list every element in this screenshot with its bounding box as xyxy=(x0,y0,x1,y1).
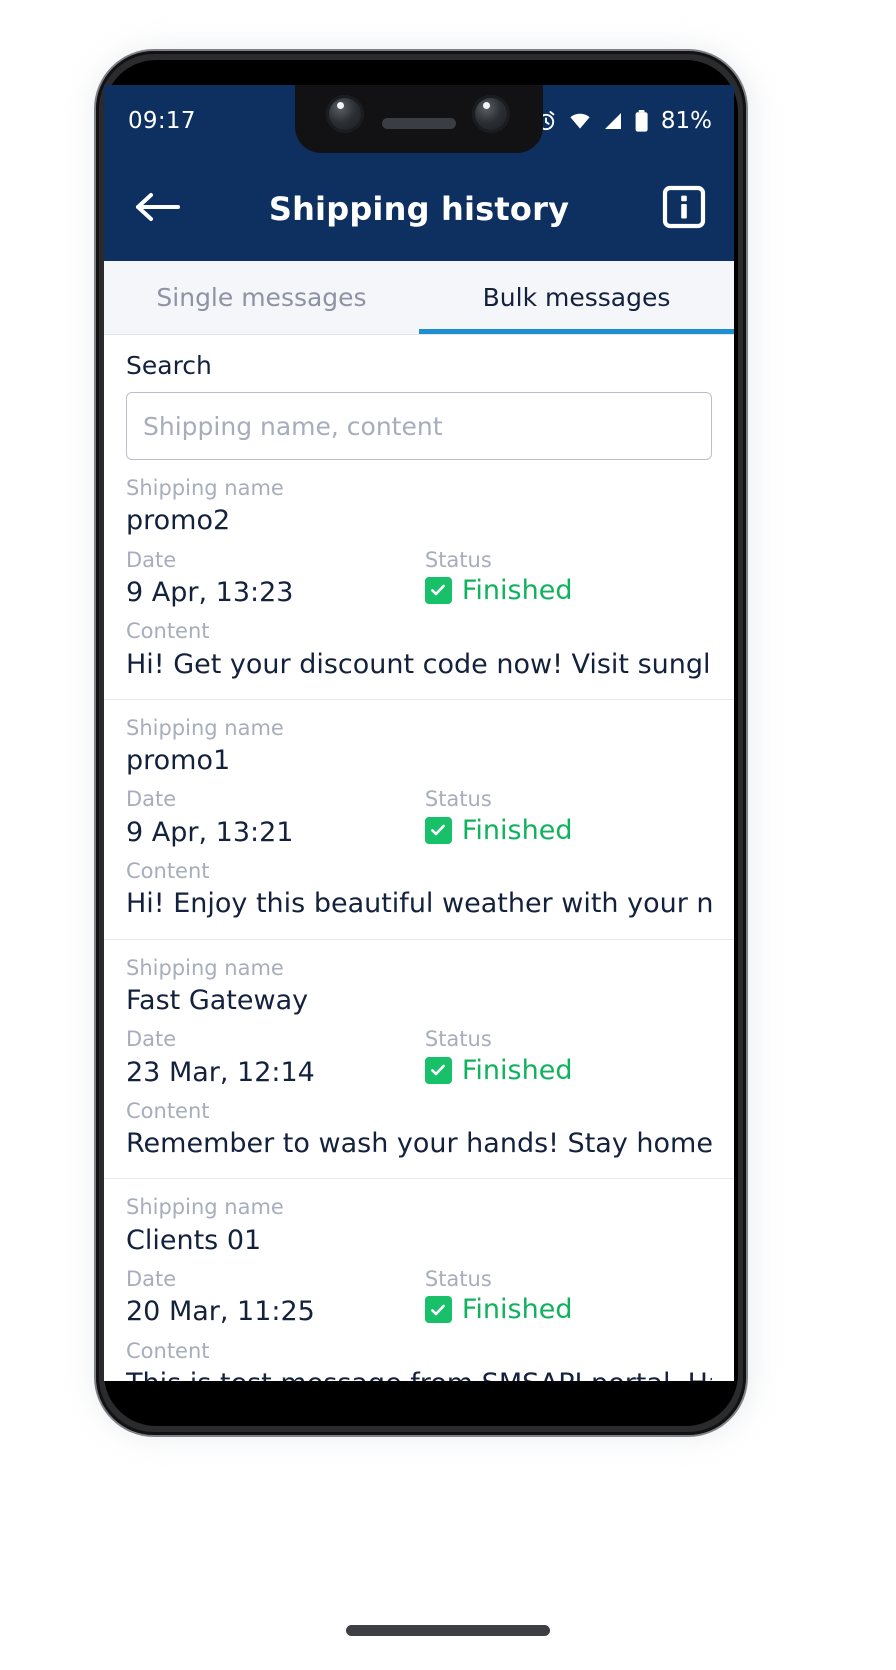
status-label: Status xyxy=(424,787,492,812)
date-value: 9 Apr, 13:21 xyxy=(126,816,294,848)
shipping-name-value: Fast Gateway xyxy=(126,984,309,1016)
status-column: Status Finished xyxy=(424,785,712,851)
list-item[interactable]: Shipping name Fast Gateway Date 23 Mar, … xyxy=(104,940,734,1180)
content-value: Hi! Enjoy this beautiful weather with yo… xyxy=(126,888,712,920)
date-label: Date xyxy=(126,787,177,812)
date-column: Date 20 Mar, 11:25 xyxy=(126,1265,425,1331)
content-label: Content xyxy=(126,619,210,644)
date-column: Date 9 Apr, 13:21 xyxy=(126,785,425,851)
front-camera-right xyxy=(472,95,510,133)
status-text: Finished xyxy=(461,574,573,606)
arrow-left-icon xyxy=(135,190,181,228)
status-label: Status xyxy=(424,1027,492,1052)
status-column: Status Finished xyxy=(424,546,712,612)
app-bar: Shipping history xyxy=(104,157,734,261)
date-status-row: Date 20 Mar, 11:25 Status Finished xyxy=(126,1265,712,1331)
status-badge: Finished xyxy=(424,1054,712,1086)
date-column: Date 9 Apr, 13:23 xyxy=(126,546,425,612)
list-item[interactable]: Shipping name promo1 Date 9 Apr, 13:21 S… xyxy=(104,700,734,940)
tab-single-messages[interactable]: Single messages xyxy=(104,261,419,334)
content-label: Content xyxy=(126,858,210,883)
shipping-name-value: promo2 xyxy=(126,505,231,537)
search-section: Search xyxy=(104,335,734,460)
status-bar-indicators: 81% xyxy=(534,108,712,134)
content-value: This is test message from SMSAPI portal.… xyxy=(126,1365,712,1381)
date-label: Date xyxy=(126,1027,177,1052)
status-column: Status Finished xyxy=(424,1265,712,1331)
content-value: Hi! Get your discount code now! Visit su… xyxy=(126,648,712,680)
content-area: Search Shipping name promo2 Date 9 Apr, … xyxy=(104,335,734,1381)
status-badge: Finished xyxy=(424,1294,712,1326)
shipping-name-value: Clients 01 xyxy=(126,1224,262,1256)
list-item[interactable]: Shipping name Clients 01 Date 20 Mar, 11… xyxy=(104,1179,734,1381)
check-square-icon xyxy=(424,576,452,604)
tab-bulk-messages-label: Bulk messages xyxy=(482,283,671,312)
date-status-row: Date 9 Apr, 13:23 Status Finished xyxy=(126,546,712,612)
date-value: 23 Mar, 12:14 xyxy=(126,1056,315,1088)
status-text: Finished xyxy=(461,1054,573,1086)
signal-icon xyxy=(602,110,624,132)
info-icon xyxy=(661,184,707,234)
content-block: Content Hi! Get your discount code now! … xyxy=(126,617,712,683)
status-label: Status xyxy=(424,547,492,572)
tab-bar: Single messages Bulk messages xyxy=(104,261,734,335)
back-button[interactable] xyxy=(130,181,186,237)
date-status-row: Date 9 Apr, 13:21 Status Finished xyxy=(126,785,712,851)
date-label: Date xyxy=(126,1266,177,1291)
content-block: Content Hi! Enjoy this beautiful weather… xyxy=(126,857,712,923)
check-square-icon xyxy=(424,1296,452,1324)
status-bar-clock: 09:17 xyxy=(128,108,196,134)
shipping-name-label: Shipping name xyxy=(126,715,284,740)
date-value: 9 Apr, 13:23 xyxy=(126,576,294,608)
date-column: Date 23 Mar, 12:14 xyxy=(126,1025,425,1091)
phone-screen: 09:17 81% Shipping history Single messag… xyxy=(104,85,734,1381)
check-square-icon xyxy=(424,1056,452,1084)
front-camera-left xyxy=(326,95,364,133)
shipping-name-label: Shipping name xyxy=(126,476,284,500)
status-text: Finished xyxy=(461,1294,573,1326)
shipping-name-value: promo1 xyxy=(126,745,231,777)
content-block: Content Remember to wash your hands! Sta… xyxy=(126,1097,712,1163)
tab-single-messages-label: Single messages xyxy=(156,283,367,312)
screenshot-stage: 09:17 81% Shipping history Single messag… xyxy=(0,0,896,1670)
status-badge: Finished xyxy=(424,574,712,606)
date-label: Date xyxy=(126,547,177,572)
list-item[interactable]: Shipping name promo2 Date 9 Apr, 13:23 S… xyxy=(104,460,734,700)
check-square-icon xyxy=(424,816,452,844)
earpiece-speaker xyxy=(382,118,456,129)
search-label: Search xyxy=(126,351,212,380)
content-label: Content xyxy=(126,1338,210,1363)
date-status-row: Date 23 Mar, 12:14 Status Finished xyxy=(126,1025,712,1091)
shipping-name-label: Shipping name xyxy=(126,1195,284,1220)
shipping-history-list: Shipping name promo2 Date 9 Apr, 13:23 S… xyxy=(104,460,734,1381)
content-label: Content xyxy=(126,1098,210,1123)
info-button[interactable] xyxy=(656,181,712,237)
wifi-icon xyxy=(568,109,592,133)
status-badge: Finished xyxy=(424,814,712,846)
battery-icon xyxy=(634,109,649,133)
date-value: 20 Mar, 11:25 xyxy=(126,1296,315,1328)
battery-percentage: 81% xyxy=(660,108,712,134)
search-input[interactable] xyxy=(126,392,712,460)
tab-bulk-messages[interactable]: Bulk messages xyxy=(419,261,734,334)
shipping-name-label: Shipping name xyxy=(126,955,284,980)
status-column: Status Finished xyxy=(424,1025,712,1091)
page-title: Shipping history xyxy=(268,190,570,228)
status-text: Finished xyxy=(461,814,573,846)
content-value: Remember to wash your hands! Stay home, … xyxy=(126,1128,712,1160)
bottom-speaker-grille xyxy=(346,1625,550,1636)
content-block: Content This is test message from SMSAPI… xyxy=(126,1337,712,1381)
status-label: Status xyxy=(424,1266,492,1291)
